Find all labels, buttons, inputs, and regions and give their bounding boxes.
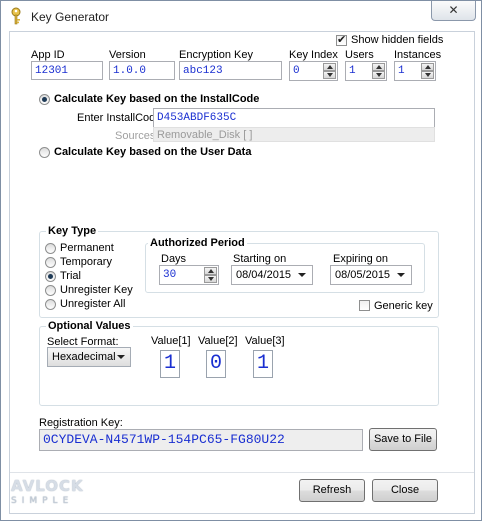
value3-label: Value[3] <box>245 335 285 347</box>
value2-field[interactable]: 0 <box>206 350 226 378</box>
registration-key-label: Registration Key: <box>39 417 123 429</box>
key-type-unregister-all-radio[interactable] <box>45 299 56 310</box>
enter-installcode-label: Enter InstallCode: <box>77 112 165 124</box>
format-select-value: Hexadecimal <box>52 351 116 363</box>
key-type-temporary-radio[interactable] <box>45 257 56 268</box>
key-type-permanent-radio[interactable] <box>45 243 56 254</box>
key-icon <box>11 7 21 25</box>
key-type-unregister-all-label: Unregister All <box>60 298 126 310</box>
value2-label: Value[2] <box>198 335 238 347</box>
user-data-option-label: Calculate Key based on the User Data <box>54 146 252 158</box>
chevron-down-icon <box>397 273 405 277</box>
window-close-button[interactable]: ✕ <box>431 1 476 21</box>
logo-text-main: AVLOCK <box>11 477 84 495</box>
user-data-radio[interactable] <box>39 147 50 158</box>
key-type-unregister-key-radio[interactable] <box>45 285 56 296</box>
key-type-temporary-label: Temporary <box>60 256 112 268</box>
title-bar: Key Generator ✕ <box>1 1 481 31</box>
close-button[interactable]: Close <box>372 479 438 502</box>
key-type-trial-radio[interactable] <box>45 271 56 282</box>
instances-label: Instances <box>394 49 442 61</box>
footer-divider <box>10 472 474 473</box>
spin-up-icon[interactable] <box>204 267 217 275</box>
window-title: Key Generator <box>31 10 110 24</box>
starting-on-datepicker[interactable]: 08/04/2015 <box>231 265 313 285</box>
days-value: 30 <box>163 269 177 281</box>
instances-value: 1 <box>398 65 405 77</box>
install-code-radio[interactable] <box>39 94 50 105</box>
spin-up-icon[interactable] <box>372 63 385 71</box>
generic-key-checkbox[interactable] <box>359 300 370 311</box>
expiring-on-datepicker[interactable]: 08/05/2015 <box>330 265 412 285</box>
users-value: 1 <box>349 65 356 77</box>
instances-stepper[interactable]: 1 <box>394 61 436 81</box>
version-label: Version <box>109 49 146 61</box>
logo-text-sub: SIMPLE <box>11 496 74 506</box>
chevron-down-icon <box>117 355 125 359</box>
format-select[interactable]: Hexadecimal <box>47 347 131 367</box>
key-type-unregister-key-label: Unregister Key <box>60 284 133 296</box>
key-index-value: 0 <box>293 65 300 77</box>
value1-field[interactable]: 1 <box>160 350 180 378</box>
spin-down-icon[interactable] <box>421 71 434 79</box>
avlock-logo: AVLOCK SIMPLE <box>11 475 89 513</box>
spin-down-icon[interactable] <box>323 71 336 79</box>
expiring-on-label: Expiring on <box>333 253 389 265</box>
encryption-key-label: Encryption Key <box>179 49 253 61</box>
value1-label: Value[1] <box>151 335 191 347</box>
sources-field: Removable_Disk [ ] <box>153 127 435 142</box>
starting-on-label: Starting on <box>233 253 287 265</box>
key-type-permanent-label: Permanent <box>60 242 114 254</box>
spin-up-icon[interactable] <box>421 63 434 71</box>
key-type-title: Key Type <box>46 225 99 237</box>
expiring-on-value: 08/05/2015 <box>335 269 391 281</box>
spin-down-icon[interactable] <box>372 71 385 79</box>
app-id-label: App ID <box>31 49 65 61</box>
registration-key-field[interactable]: 0CYDEVA-N4571WP-154PC65-FG80U22 <box>39 429 363 451</box>
version-field[interactable]: 1.0.0 <box>109 61 175 80</box>
key-index-label: Key Index <box>289 49 338 61</box>
key-generator-window: Key Generator ✕ Show hidden fields App I… <box>0 0 482 521</box>
value3-field[interactable]: 1 <box>253 350 273 378</box>
install-code-option-label: Calculate Key based on the InstallCode <box>54 93 260 105</box>
chevron-down-icon <box>298 273 306 277</box>
days-label: Days <box>161 253 187 265</box>
generic-key-label: Generic key <box>374 300 433 312</box>
days-stepper[interactable]: 30 <box>159 265 219 285</box>
authorized-period-title: Authorized Period <box>148 237 247 249</box>
main-panel: Show hidden fields App ID 12301 Version … <box>9 31 475 514</box>
app-id-field[interactable]: 12301 <box>31 61 103 80</box>
users-label: Users <box>345 49 374 61</box>
refresh-button[interactable]: Refresh <box>299 479 365 502</box>
show-hidden-fields-label: Show hidden fields <box>351 34 444 46</box>
spin-up-icon[interactable] <box>323 63 336 71</box>
spin-down-icon[interactable] <box>204 275 217 283</box>
show-hidden-fields-checkbox[interactable] <box>336 33 347 46</box>
users-stepper[interactable]: 1 <box>345 61 387 81</box>
optional-values-title: Optional Values <box>46 320 133 332</box>
key-index-stepper[interactable]: 0 <box>289 61 338 81</box>
sources-value: Removable_Disk [ ] <box>157 129 253 141</box>
sources-label: Sources: <box>115 130 159 142</box>
key-type-trial-label: Trial <box>60 270 81 282</box>
save-to-file-button[interactable]: Save to File <box>369 428 437 451</box>
installcode-field[interactable]: D453ABDF635C <box>153 108 435 128</box>
encryption-key-field[interactable]: abc123 <box>179 61 282 80</box>
starting-on-value: 08/04/2015 <box>236 269 292 281</box>
